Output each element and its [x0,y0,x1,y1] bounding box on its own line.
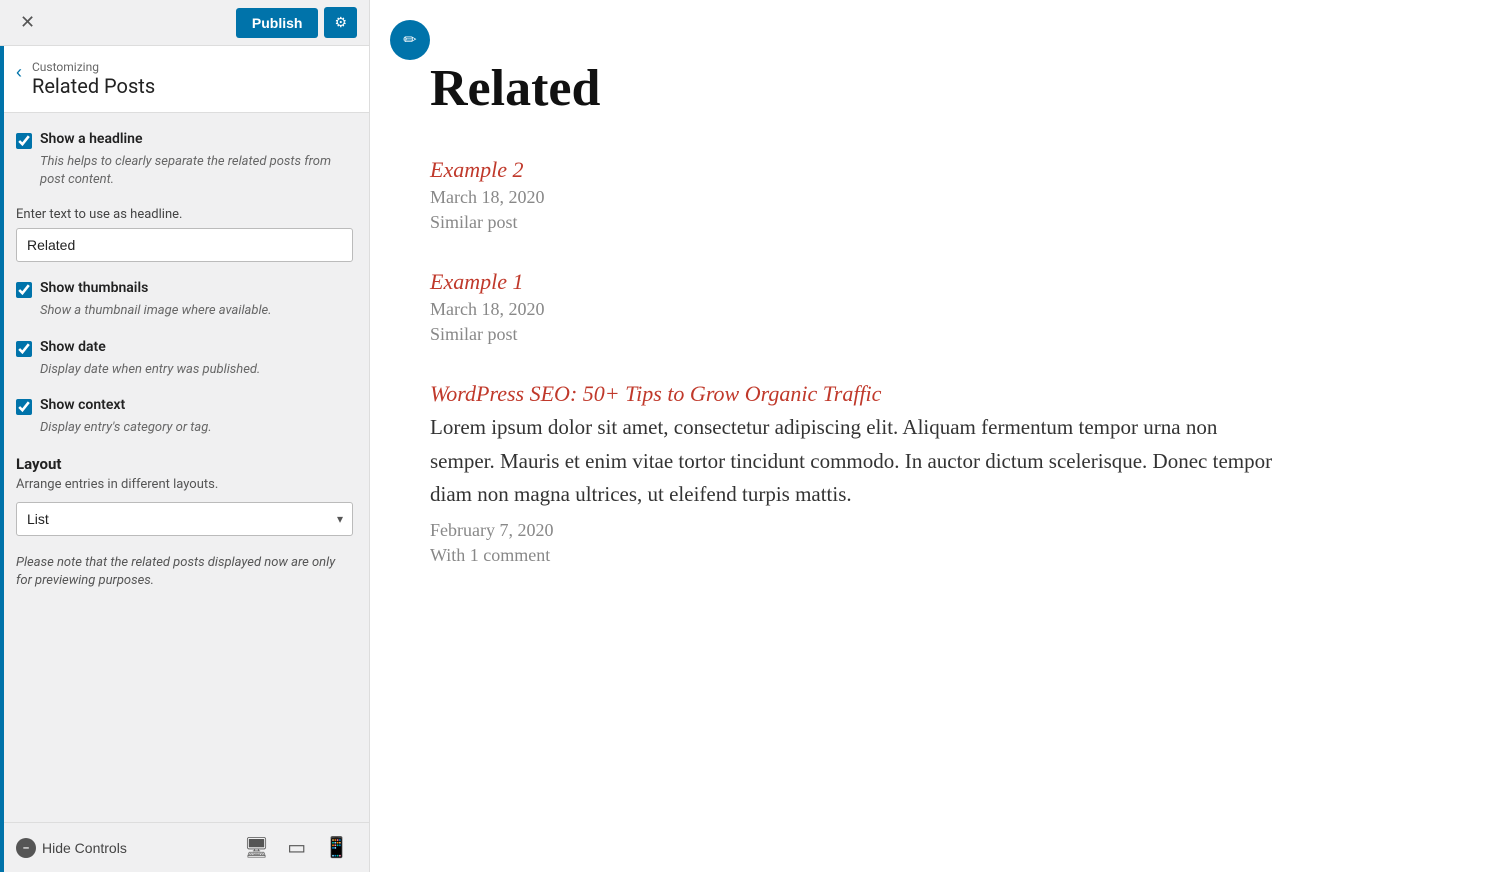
headline-input-control: Enter text to use as headline. [16,207,353,262]
show-date-label[interactable]: Show date [40,339,106,355]
sidebar: ✕ Publish ⚙ ‹ Customizing Related Posts … [0,0,370,872]
show-context-label[interactable]: Show context [40,397,125,413]
show-context-row: Show context [16,397,353,415]
layout-select-wrapper: List Grid Carousel ▾ [16,502,353,536]
pencil-icon: ✏ [403,30,416,50]
back-nav: ‹ Customizing Related Posts [0,46,369,113]
show-thumbnails-label[interactable]: Show thumbnails [40,280,148,296]
post-item-featured: WordPress SEO: 50+ Tips to Grow Organic … [430,381,1280,566]
show-thumbnails-row: Show thumbnails [16,280,353,298]
show-date-checkbox[interactable] [16,341,32,357]
post-date: March 18, 2020 [430,187,1280,208]
sidebar-bottom: – Hide Controls 🖥 ▭ 📱 [0,822,369,872]
post-body: Lorem ipsum dolor sit amet, consectetur … [430,411,1280,512]
desktop-icon-button[interactable]: 🖥 [240,833,273,862]
tablet-icon-button[interactable]: ▭ [283,833,310,862]
show-headline-label[interactable]: Show a headline [40,131,142,147]
show-thumbnails-checkbox[interactable] [16,282,32,298]
layout-section: Layout Arrange entries in different layo… [16,455,353,536]
post-context: With 1 comment [430,545,1280,566]
back-button[interactable]: ‹ [16,62,22,83]
post-date: March 18, 2020 [430,299,1280,320]
post-item: Example 2 March 18, 2020 Similar post [430,157,1280,233]
mobile-icon-button[interactable]: 📱 [320,833,353,862]
preview-area: ✏ Related Example 2 March 18, 2020 Simil… [370,0,1500,872]
post-item: Example 1 March 18, 2020 Similar post [430,269,1280,345]
show-headline-desc: This helps to clearly separate the relat… [40,153,353,189]
show-context-checkbox[interactable] [16,399,32,415]
post-title-link[interactable]: Example 1 [430,269,1280,295]
related-heading: Related [430,60,1280,117]
nav-text: Customizing Related Posts [32,60,155,98]
headline-input-label: Enter text to use as headline. [16,207,353,222]
show-context-control: Show context Display entry's category or… [16,397,353,437]
show-date-desc: Display date when entry was published. [40,361,353,379]
top-bar: ✕ Publish ⚙ [0,0,369,46]
show-date-row: Show date [16,339,353,357]
show-headline-row: Show a headline [16,131,353,149]
sidebar-accent [0,46,4,872]
publish-button[interactable]: Publish [236,8,319,38]
layout-desc: Arrange entries in different layouts. [16,477,353,492]
top-bar-actions: Publish ⚙ [236,7,357,38]
section-title: Related Posts [32,74,155,98]
hide-icon: – [16,838,36,858]
preview-note: Please note that the related posts displ… [16,554,353,590]
post-context: Similar post [430,212,1280,233]
post-title-link[interactable]: WordPress SEO: 50+ Tips to Grow Organic … [430,381,1280,407]
settings-button[interactable]: ⚙ [324,7,357,38]
preview-content: Related Example 2 March 18, 2020 Similar… [370,0,1330,662]
layout-title: Layout [16,455,353,473]
post-context: Similar post [430,324,1280,345]
edit-fab-button[interactable]: ✏ [390,20,430,60]
post-title-link[interactable]: Example 2 [430,157,1280,183]
post-date: February 7, 2020 [430,520,1280,541]
close-button[interactable]: ✕ [12,8,43,37]
headline-text-input[interactable] [16,228,353,262]
device-icons: 🖥 ▭ 📱 [240,833,353,862]
show-thumbnails-desc: Show a thumbnail image where available. [40,302,353,320]
hide-controls-label: Hide Controls [42,840,127,856]
hide-controls-button[interactable]: – Hide Controls [16,838,127,858]
show-date-control: Show date Display date when entry was pu… [16,339,353,379]
layout-select[interactable]: List Grid Carousel [16,502,353,536]
show-headline-checkbox[interactable] [16,133,32,149]
sidebar-content: Show a headline This helps to clearly se… [0,113,369,822]
customizing-label: Customizing [32,60,155,74]
show-thumbnails-control: Show thumbnails Show a thumbnail image w… [16,280,353,320]
show-context-desc: Display entry's category or tag. [40,419,353,437]
show-headline-control: Show a headline This helps to clearly se… [16,131,353,189]
